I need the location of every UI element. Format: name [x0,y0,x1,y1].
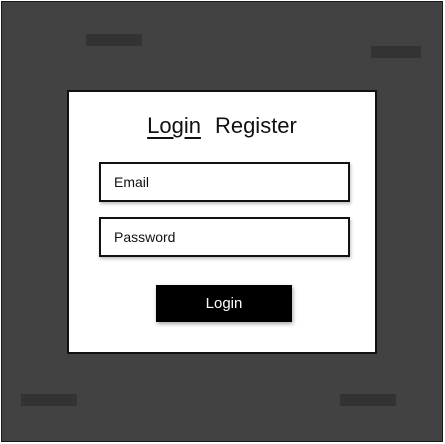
placeholder-bar [21,394,77,406]
auth-tabs: Login Register [69,112,375,140]
auth-dialog: Login Register Login [67,90,377,354]
email-field[interactable] [101,164,348,200]
login-button[interactable]: Login [156,285,292,322]
password-field[interactable] [101,219,348,255]
email-field-wrapper [99,162,350,202]
placeholder-bar [340,394,396,406]
password-field-wrapper [99,217,350,257]
tab-register[interactable]: Register [215,112,297,140]
tab-login[interactable]: Login [147,112,201,140]
placeholder-bar [86,34,142,46]
placeholder-bar [371,46,421,58]
